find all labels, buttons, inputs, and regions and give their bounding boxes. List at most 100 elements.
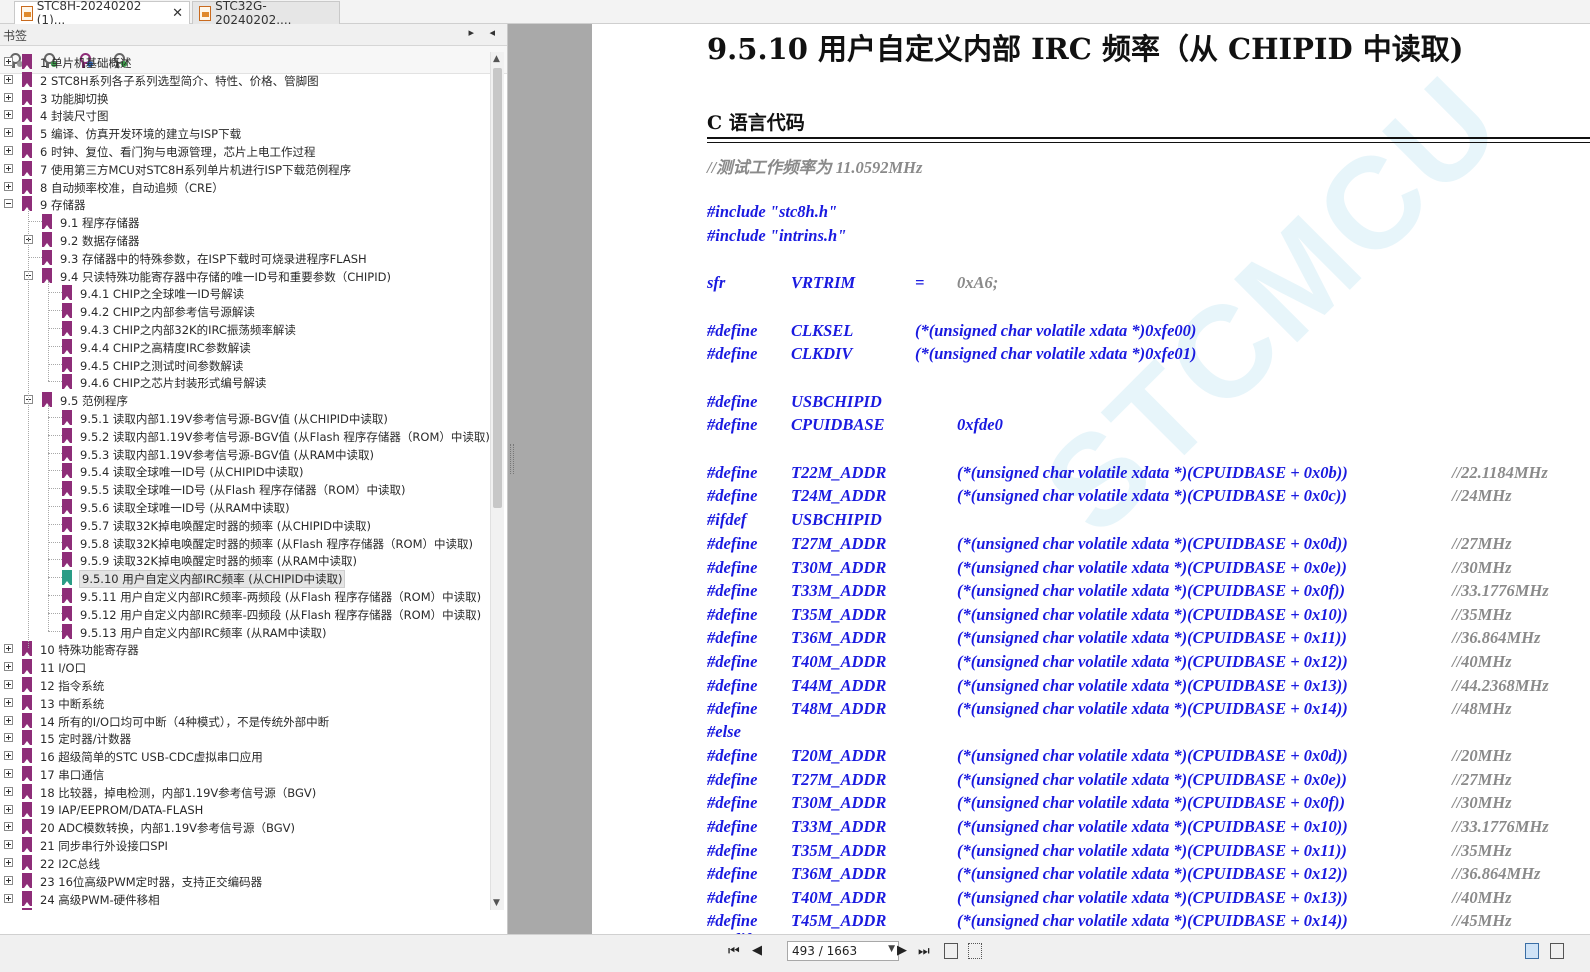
bookmark-item[interactable]: 9.5.3 读取内部1.19V参考信号源-BGV值 (从RAM中读取) — [0, 445, 490, 463]
panel-collapse-controls[interactable]: ▸ ◂ — [468, 26, 501, 39]
code-token: (*(unsigned char volatile xdata *)0xfe00… — [915, 321, 1197, 340]
bookmark-item[interactable]: 9.4.3 CHIP之内部32K的IRC振荡频率解读 — [0, 320, 490, 338]
expand-icon[interactable] — [4, 715, 13, 725]
expand-icon[interactable] — [4, 875, 13, 885]
expand-icon[interactable] — [4, 804, 13, 814]
expand-icon[interactable] — [4, 662, 13, 672]
fit-page-icon[interactable] — [944, 943, 958, 959]
expand-icon[interactable] — [4, 146, 13, 155]
expand-icon[interactable] — [4, 644, 13, 654]
bookmark-item[interactable]: 9.5.9 读取32K掉电唤醒定时器的频率 (从RAM中读取) — [0, 551, 490, 569]
bookmark-item[interactable]: 7 使用第三方MCU对STC8H系列单片机进行ISP下载范例程序 — [0, 160, 490, 178]
expand-icon[interactable] — [4, 822, 13, 832]
bookmark-item[interactable]: 24 高级PWM-硬件移相 — [0, 890, 490, 908]
expand-icon[interactable] — [4, 74, 13, 84]
bookmark-item[interactable]: 9.5.6 读取全球唯一ID号 (从RAM中读取) — [0, 498, 490, 516]
bookmark-item[interactable]: 9.5.4 读取全球唯一ID号 (从CHIPID中读取) — [0, 462, 490, 480]
expand-icon[interactable] — [4, 893, 13, 903]
bookmark-scrollbar[interactable]: ▲ ▼ — [490, 52, 504, 910]
bookmark-item[interactable]: 9.2 数据存储器 — [0, 231, 490, 249]
bookmark-item[interactable]: 14 所有的I/O口均可中断（4种模式），不是传统外部中断 — [0, 712, 490, 730]
expand-icon[interactable] — [4, 163, 13, 173]
bookmark-item[interactable]: 2 STC8H系列各子系列选型简介、特性、价格、管脚图 — [0, 71, 490, 89]
bookmark-item[interactable]: 16 超级简单的STC USB-CDC虚拟串口应用 — [0, 747, 490, 765]
first-page-icon[interactable]: ⏮ — [728, 944, 740, 959]
single-page-view-icon[interactable] — [1525, 943, 1539, 959]
bookmark-item[interactable]: 15 定时器/计数器 — [0, 729, 490, 747]
tab-document-stc32g[interactable]: STC32G-20240202.... — [192, 0, 340, 27]
bookmark-item[interactable]: 8 自动频率校准，自动追频（CRE） — [0, 178, 490, 196]
bookmark-item[interactable]: 12 指令系统 — [0, 676, 490, 694]
bookmark-item[interactable]: 9.5.2 读取内部1.19V参考信号源-BGV值 (从Flash 程序存储器（… — [0, 427, 490, 445]
bookmark-item[interactable]: 9.4.1 CHIP之全球唯一ID号解读 — [0, 284, 490, 302]
bookmark-item[interactable]: 23 16位高级PWM定时器，支持正交编码器 — [0, 872, 490, 890]
bookmark-item[interactable]: 25 高速高级PWM（HSPWM) — [0, 907, 490, 910]
section-heading: 9.5.10 用户自定义内部 IRC 频率（从 CHIPID 中读取) — [707, 32, 1464, 66]
bookmark-item[interactable]: 9.5.7 读取32K掉电唤醒定时器的频率 (从CHIPID中读取) — [0, 516, 490, 534]
bookmark-item[interactable]: 22 I2C总线 — [0, 854, 490, 872]
bookmark-item[interactable]: 9.5.12 用户自定义内部IRC频率-四频段 (从Flash 程序存储器（RO… — [0, 605, 490, 623]
bookmark-item[interactable]: 9.5.8 读取32K掉电唤醒定时器的频率 (从Flash 程序存储器（ROM）… — [0, 534, 490, 552]
bookmark-item[interactable]: 17 串口通信 — [0, 765, 490, 783]
bookmark-item[interactable]: 9 存储器 — [0, 195, 490, 213]
bookmark-item[interactable]: 9.4.6 CHIP之芯片封装形式编号解读 — [0, 373, 490, 391]
bookmark-item[interactable]: 9.4.5 CHIP之测试时间参数解读 — [0, 356, 490, 374]
bookmark-item[interactable]: 19 IAP/EEPROM/DATA-FLASH — [0, 801, 490, 819]
bookmark-item[interactable]: 3 功能脚切换 — [0, 89, 490, 107]
bookmark-item[interactable]: 9.1 程序存储器 — [0, 213, 490, 231]
collapse-icon[interactable] — [4, 199, 13, 209]
bookmark-item[interactable]: 11 I/O口 — [0, 658, 490, 676]
expand-icon[interactable] — [4, 858, 13, 867]
expand-icon[interactable] — [4, 181, 13, 191]
fit-width-icon[interactable] — [968, 943, 982, 959]
scroll-up-icon[interactable]: ▲ — [493, 54, 500, 64]
code-token: = — [915, 273, 925, 292]
tab-document-stc8h[interactable]: STC8H-20240202 (1)... ✕ — [14, 0, 190, 27]
last-page-icon[interactable]: ⏭ — [918, 944, 930, 959]
bookmark-item[interactable]: 5 编译、仿真开发环境的建立与ISP下载 — [0, 124, 490, 142]
scroll-down-icon[interactable]: ▼ — [493, 898, 500, 908]
expand-icon[interactable] — [4, 751, 13, 761]
expand-icon[interactable] — [4, 57, 13, 66]
scrollbar-thumb[interactable] — [493, 68, 502, 508]
bookmark-item[interactable]: 9.3 存储器中的特殊参数，在ISP下载时可烧录进程序FLASH — [0, 249, 490, 267]
bookmark-item[interactable]: 1 单片机基础概述 — [0, 53, 490, 71]
bookmark-item[interactable]: 9.4.4 CHIP之高精度IRC参数解读 — [0, 338, 490, 356]
expand-icon[interactable] — [4, 110, 13, 120]
expand-icon[interactable] — [4, 92, 13, 102]
bookmark-item[interactable]: 9.5.5 读取全球唯一ID号 (从Flash 程序存储器（ROM）中读取) — [0, 480, 490, 498]
expand-icon[interactable] — [4, 769, 13, 778]
bookmark-item[interactable]: 4 封装尺寸图 — [0, 106, 490, 124]
bookmark-item[interactable]: 9.5.10 用户自定义内部IRC频率 (从CHIPID中读取) — [0, 569, 490, 589]
expand-icon[interactable] — [4, 733, 13, 743]
bookmark-item[interactable]: 9.5.1 读取内部1.19V参考信号源-BGV值 (从CHIPID中读取) — [0, 409, 490, 427]
close-tab-icon[interactable]: ✕ — [172, 6, 183, 21]
page-number-input[interactable]: 493 / 1663 ▼ — [787, 941, 899, 961]
bookmark-item[interactable]: 6 时钟、复位、看门狗与电源管理，芯片上电工作过程 — [0, 142, 490, 160]
code-token: T40M_ADDR — [791, 652, 887, 671]
bookmark-item[interactable]: 9.5.11 用户自定义内部IRC频率-两频段 (从Flash 程序存储器（RO… — [0, 587, 490, 605]
chevron-down-icon[interactable]: ▼ — [888, 944, 895, 954]
bookmark-item[interactable]: 9.5 范例程序 — [0, 391, 490, 409]
splitter-grip-icon[interactable] — [510, 444, 514, 474]
bookmark-item[interactable]: 9.4 只读特殊功能寄存器中存储的唯一ID号和重要参数（CHIPID) — [0, 267, 490, 285]
bookmark-item[interactable]: 21 同步串行外设接口SPI — [0, 836, 490, 854]
bookmark-label: 11 I/O口 — [40, 661, 87, 676]
bookmark-item[interactable]: 18 比较器，掉电检测，内部1.19V参考信号源（BGV) — [0, 783, 490, 801]
bookmark-item[interactable]: 10 特殊功能寄存器 — [0, 640, 490, 658]
expand-icon[interactable] — [4, 697, 13, 707]
navigation-bar: ⏮ ◀ 493 / 1663 ▼ ▶ ⏭ — [0, 934, 1590, 972]
prev-page-icon[interactable]: ◀ — [752, 943, 762, 958]
code-token: T48M_ADDR — [791, 699, 887, 718]
expand-icon[interactable] — [4, 786, 13, 796]
bookmark-item[interactable]: 20 ADC模数转换，内部1.19V参考信号源（BGV) — [0, 818, 490, 836]
next-page-icon[interactable]: ▶ — [897, 943, 907, 958]
bookmark-item[interactable]: 13 中断系统 — [0, 694, 490, 712]
expand-icon[interactable] — [4, 128, 13, 138]
continuous-view-icon[interactable] — [1550, 943, 1564, 959]
bookmark-item[interactable]: 9.5.13 用户自定义内部IRC频率 (从RAM中读取) — [0, 623, 490, 641]
bookmark-item[interactable]: 9.4.2 CHIP之内部参考信号源解读 — [0, 302, 490, 320]
expand-icon[interactable] — [4, 680, 13, 689]
expand-icon[interactable] — [4, 840, 13, 850]
bookmark-icon — [62, 338, 72, 354]
